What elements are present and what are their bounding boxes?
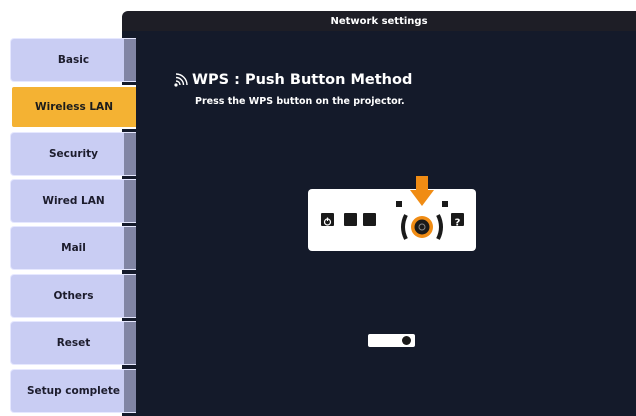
tab-shade — [124, 180, 136, 222]
help-icon: ? — [451, 213, 464, 229]
tab-shade — [124, 275, 136, 317]
page-title: WPS : Push Button Method — [173, 72, 412, 88]
tab-shade — [124, 370, 136, 412]
tab-shade — [124, 227, 136, 269]
sidebar-item-setup-complete[interactable]: Setup complete — [10, 369, 136, 413]
instruction-text: Press the WPS button on the projector. — [195, 96, 405, 107]
square-button-icon — [363, 213, 376, 226]
sidebar-item-mail[interactable]: Mail — [10, 226, 136, 270]
sidebar-item-label: Wired LAN — [42, 195, 105, 207]
svg-text:?: ? — [455, 218, 461, 229]
square-button-icon — [344, 213, 357, 226]
wps-signal-icon — [173, 72, 189, 88]
window-title: Network settings — [122, 11, 636, 31]
sidebar-item-security[interactable]: Security — [10, 132, 136, 176]
sidebar-item-label: Reset — [56, 337, 91, 349]
tab-shade — [124, 133, 136, 175]
sidebar-item-wired-lan[interactable]: Wired LAN — [10, 179, 136, 223]
tab-shade — [124, 322, 136, 364]
sidebar-item-wireless-lan[interactable]: Wireless LAN — [10, 85, 136, 129]
sidebar-item-reset[interactable]: Reset — [10, 321, 136, 365]
sidebar-item-basic[interactable]: Basic — [10, 38, 136, 82]
arrow-down-icon — [410, 176, 434, 208]
sidebar-item-label: Others — [53, 290, 94, 302]
indicator-dot — [402, 336, 411, 345]
tab-shade — [124, 39, 136, 81]
sidebar-item-label: Basic — [57, 54, 90, 66]
sidebar-item-label: Wireless LAN — [35, 101, 113, 113]
page-title-text: WPS : Push Button Method — [192, 72, 413, 88]
toggle-indicator-icon — [368, 334, 415, 347]
sidebar-item-label: Setup complete — [26, 385, 121, 397]
sidebar: Basic Wireless LAN Security Wired LAN Ma… — [0, 31, 137, 416]
sidebar-item-others[interactable]: Others — [10, 274, 136, 318]
power-icon — [321, 213, 334, 226]
network-settings-screen: Network settings Basic Wireless LAN Secu… — [0, 0, 636, 416]
sidebar-item-label: Security — [48, 148, 99, 160]
sidebar-item-label: Mail — [61, 242, 86, 254]
projector-control-panel: ? — [308, 189, 476, 251]
